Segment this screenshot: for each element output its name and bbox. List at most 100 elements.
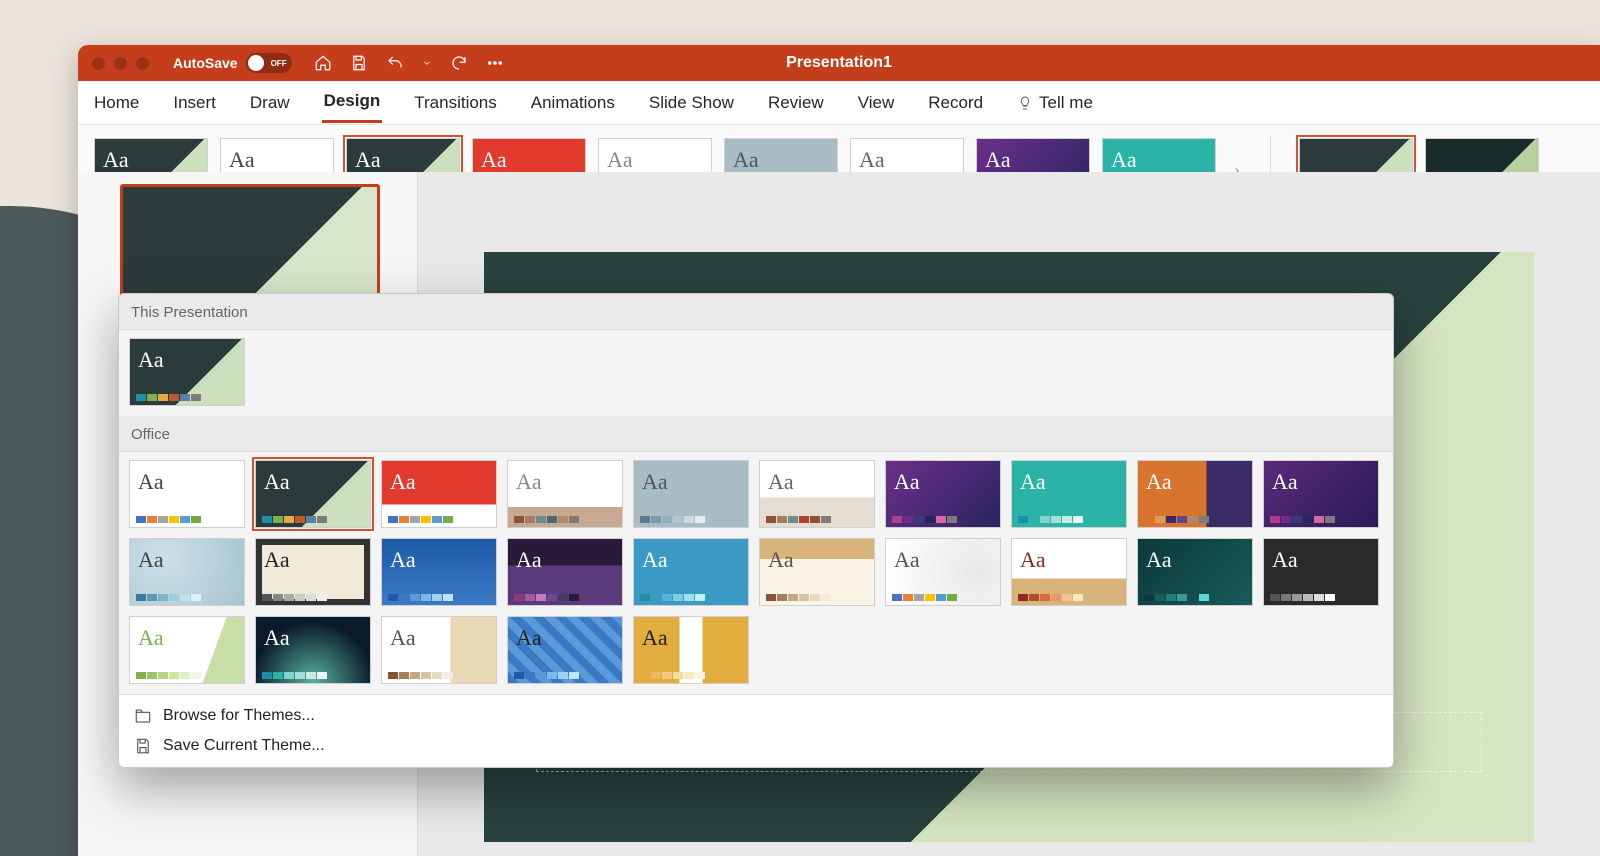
theme-swatches (640, 516, 705, 523)
autosave-toggle[interactable]: AutoSave OFF (173, 53, 292, 73)
tab-record[interactable]: Record (926, 84, 985, 122)
theme-swatches (262, 672, 327, 679)
theme-label: Aa (1020, 469, 1046, 495)
theme-gallery[interactable]: Aa (759, 460, 875, 528)
theme-swatches (1018, 594, 1083, 601)
theme-frame[interactable]: Aa (255, 538, 371, 606)
popover-footer: Browse for Themes... Save Current Theme.… (119, 694, 1393, 767)
theme-dividend[interactable]: Aa (381, 616, 497, 684)
theme-damask[interactable]: Aa (1137, 538, 1253, 606)
theme-swatches (766, 516, 831, 523)
theme-teal[interactable]: Aa (1011, 460, 1127, 528)
theme-swatches (766, 594, 831, 601)
theme-swatches (514, 594, 579, 601)
theme-swatches (262, 516, 327, 523)
app-window: AutoSave OFF Presentation1 Home Insert Dra… (78, 45, 1600, 856)
ribbon-tabs: Home Insert Draw Design Transitions Animation… (78, 81, 1600, 125)
theme-swatches (892, 516, 957, 523)
theme-swatches (388, 672, 453, 679)
theme-swatches (1144, 594, 1209, 601)
save-icon[interactable] (350, 54, 368, 72)
theme-label: Aa (481, 147, 507, 173)
theme-swatches (136, 594, 201, 601)
theme-crop[interactable]: Aa (633, 616, 749, 684)
theme-label: Aa (229, 147, 255, 173)
theme-swatches (136, 516, 201, 523)
theme-label: Aa (264, 547, 290, 573)
tab-home[interactable]: Home (92, 84, 141, 122)
popover-section-office: Office (119, 416, 1393, 452)
undo-icon[interactable] (386, 54, 404, 72)
more-icon[interactable] (486, 54, 504, 72)
theme-atlas[interactable]: Aa (1011, 538, 1127, 606)
theme-ion-boardroom[interactable]: Aa (255, 616, 371, 684)
theme-vapor[interactable]: Aa (1263, 460, 1379, 528)
tab-insert[interactable]: Insert (171, 84, 218, 122)
tab-animations[interactable]: Animations (529, 84, 617, 122)
save-theme-button[interactable]: Save Current Theme... (119, 731, 1393, 761)
theme-label: Aa (1146, 469, 1172, 495)
theme-slate[interactable]: Aa (633, 460, 749, 528)
theme-label: Aa (642, 625, 668, 651)
tab-view[interactable]: View (856, 84, 897, 122)
tab-transitions[interactable]: Transitions (412, 84, 499, 122)
redo-icon[interactable] (450, 54, 468, 72)
autosave-switch[interactable]: OFF (246, 53, 292, 73)
theme-swatches (136, 672, 201, 679)
theme-label: Aa (607, 147, 633, 173)
theme-basis[interactable]: Aa (633, 538, 749, 606)
theme-swatches (1144, 516, 1209, 523)
close-window-button[interactable] (92, 57, 105, 70)
undo-dropdown-icon[interactable] (422, 54, 432, 72)
theme-label: Aa (894, 469, 920, 495)
theme-label: Aa (390, 625, 416, 651)
theme-label: Aa (768, 469, 794, 495)
theme-ion[interactable]: Aa (255, 460, 371, 528)
tab-review[interactable]: Review (766, 84, 826, 122)
tab-draw[interactable]: Draw (248, 84, 292, 122)
theme-swatches (514, 672, 579, 679)
theme-label: Aa (1111, 147, 1137, 173)
theme-berlin[interactable]: Aa (381, 460, 497, 528)
document-title: Presentation1 (786, 54, 892, 72)
theme-droplet[interactable]: Aa (885, 538, 1001, 606)
theme-label: Aa (355, 147, 381, 173)
theme-swatches (1270, 594, 1335, 601)
tell-me-button[interactable]: Tell me (1015, 84, 1095, 122)
browse-themes-button[interactable]: Browse for Themes... (119, 701, 1393, 731)
theme-celestial[interactable]: Aa (885, 460, 1001, 528)
theme-label: Aa (264, 469, 290, 495)
theme-label: Aa (516, 547, 542, 573)
minimize-window-button[interactable] (114, 57, 127, 70)
theme-mesh[interactable]: Aa (1263, 538, 1379, 606)
theme-swatches (1018, 516, 1083, 523)
bulb-icon (1017, 95, 1033, 111)
popover-grid-office: AaAaAaAaAaAaAaAaAaAaAaAaAaAaAaAaAaAaAaAa… (119, 452, 1393, 694)
theme-swatches (640, 672, 705, 679)
save-icon (133, 737, 153, 755)
theme-ion-current[interactable]: Aa (129, 338, 245, 406)
theme-label: Aa (138, 625, 164, 651)
theme-retrospect[interactable]: Aa (507, 460, 623, 528)
theme-swatches (892, 594, 957, 601)
theme-quotable[interactable]: Aa (507, 538, 623, 606)
theme-label: Aa (733, 147, 759, 173)
theme-label: Aa (138, 469, 164, 495)
theme-label: Aa (985, 147, 1011, 173)
theme-swatches (640, 594, 705, 601)
theme-badge[interactable]: Aa (1137, 460, 1253, 528)
theme-facet[interactable]: Aa (129, 616, 245, 684)
theme-view[interactable]: Aa (507, 616, 623, 684)
tab-design[interactable]: Design (322, 82, 383, 123)
tab-slide-show[interactable]: Slide Show (647, 84, 736, 122)
theme-office[interactable]: Aa (129, 460, 245, 528)
theme-label: Aa (1272, 547, 1298, 573)
theme-organic[interactable]: Aa (759, 538, 875, 606)
zoom-window-button[interactable] (136, 57, 149, 70)
home-icon[interactable] (314, 54, 332, 72)
window-controls (78, 57, 163, 70)
autosave-label: AutoSave (173, 55, 238, 71)
theme-integral[interactable]: Aa (129, 538, 245, 606)
theme-circuit[interactable]: Aa (381, 538, 497, 606)
theme-label: Aa (642, 469, 668, 495)
